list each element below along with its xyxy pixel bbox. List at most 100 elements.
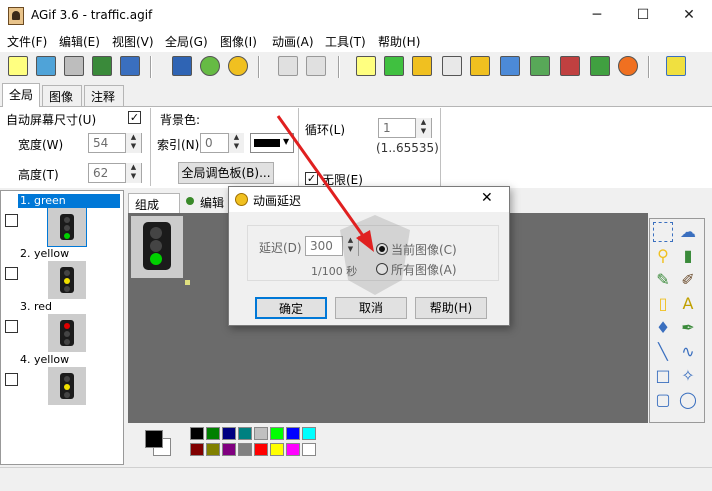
- palette-swatch[interactable]: [222, 427, 236, 440]
- spray-icon[interactable]: ▯: [653, 294, 673, 314]
- image-icon[interactable]: [500, 56, 520, 76]
- frame-thumbnail[interactable]: [48, 367, 86, 405]
- ellipse-icon[interactable]: ◯: [678, 390, 698, 410]
- redo-icon[interactable]: [306, 56, 326, 76]
- move-up-icon[interactable]: [442, 56, 462, 76]
- width-spinner[interactable]: ▲ ▼: [125, 133, 141, 153]
- tab-comment[interactable]: 注释: [84, 85, 124, 106]
- line-icon[interactable]: ╲: [653, 342, 673, 362]
- palette-swatch[interactable]: [238, 427, 252, 440]
- rounded-rect-icon[interactable]: ▢: [653, 390, 673, 410]
- tab-edit[interactable]: 编辑: [200, 194, 224, 211]
- menu-help[interactable]: 帮助(H): [378, 33, 420, 50]
- palette-swatch[interactable]: [190, 443, 204, 456]
- dialog-close-button[interactable]: ✕: [481, 190, 493, 206]
- undo-icon[interactable]: [278, 56, 298, 76]
- frame-checkbox[interactable]: [5, 320, 18, 333]
- maximize-button[interactable]: ☐: [620, 0, 666, 32]
- palette-swatch[interactable]: [222, 443, 236, 456]
- palette-swatch[interactable]: [286, 427, 300, 440]
- palette-swatch[interactable]: [206, 427, 220, 440]
- eyedropper-icon[interactable]: ✒: [678, 318, 698, 338]
- frame-checkbox[interactable]: [5, 373, 18, 386]
- frame-thumbnail[interactable]: [47, 207, 87, 247]
- tab-global[interactable]: 全局: [2, 83, 40, 107]
- toolbar-separator: [648, 56, 650, 78]
- select-rect-icon[interactable]: [653, 222, 673, 242]
- height-spinner[interactable]: ▲ ▼: [125, 163, 141, 183]
- film-icon[interactable]: [64, 56, 84, 76]
- frame-label[interactable]: 2. yellow: [18, 247, 120, 261]
- menu-edit[interactable]: 编辑(E): [59, 33, 100, 50]
- open-icon[interactable]: [36, 56, 56, 76]
- menu-image[interactable]: 图像(I): [220, 33, 257, 50]
- palette-swatch[interactable]: [238, 443, 252, 456]
- tab-image[interactable]: 图像: [42, 85, 82, 106]
- global-palette-button[interactable]: 全局调色板(B)...: [178, 162, 274, 184]
- settings-icon[interactable]: [618, 56, 638, 76]
- polygon-icon[interactable]: ✧: [678, 366, 698, 386]
- frame-label[interactable]: 4. yellow: [18, 353, 120, 367]
- magic-wand-icon[interactable]: ⚲: [653, 246, 673, 266]
- delete-icon[interactable]: [412, 56, 432, 76]
- eraser-icon[interactable]: ▮: [678, 246, 698, 266]
- close-button[interactable]: ✕: [666, 0, 712, 32]
- palette-swatch[interactable]: [270, 443, 284, 456]
- frame-thumbnail[interactable]: [48, 261, 86, 299]
- help-icon[interactable]: [666, 56, 686, 76]
- frame-checkbox[interactable]: [5, 214, 18, 227]
- properties-icon[interactable]: [560, 56, 580, 76]
- fill-icon[interactable]: ♦: [653, 318, 673, 338]
- panel-divider: [150, 108, 151, 186]
- refresh-icon[interactable]: [200, 56, 220, 76]
- palette-swatch[interactable]: [254, 443, 268, 456]
- tab-compose[interactable]: 组成: [128, 193, 180, 213]
- help-button[interactable]: 帮助(H): [415, 297, 487, 319]
- frame-label[interactable]: 1. green: [18, 194, 120, 208]
- foreground-color[interactable]: [145, 430, 163, 448]
- menu-file[interactable]: 文件(F): [7, 33, 47, 50]
- copy-frame-icon[interactable]: [530, 56, 550, 76]
- curve-icon[interactable]: ∿: [678, 342, 698, 362]
- rectangle-icon[interactable]: □: [653, 366, 673, 386]
- frame-checkbox[interactable]: [5, 267, 18, 280]
- new-file-icon[interactable]: [8, 56, 28, 76]
- palette-swatch[interactable]: [254, 427, 268, 440]
- frame-thumbnail[interactable]: [48, 314, 86, 352]
- ok-button[interactable]: 确定: [255, 297, 327, 319]
- palette-swatch[interactable]: [270, 427, 284, 440]
- menu-animation[interactable]: 动画(A): [272, 33, 314, 50]
- brush-icon[interactable]: ✐: [678, 270, 698, 290]
- palette-swatch[interactable]: [190, 427, 204, 440]
- menu-global[interactable]: 全局(G): [165, 33, 208, 50]
- save-icon[interactable]: [92, 56, 112, 76]
- new-frame-icon[interactable]: [356, 56, 376, 76]
- loop-range: (1..65535): [376, 141, 439, 155]
- print-icon[interactable]: [172, 56, 192, 76]
- menu-view[interactable]: 视图(V): [112, 33, 154, 50]
- menu-tools[interactable]: 工具(T): [325, 33, 366, 50]
- lasso-icon[interactable]: ☁: [678, 222, 698, 242]
- window-title: AGif 3.6 - traffic.agif: [31, 8, 153, 22]
- save-as-icon[interactable]: [120, 56, 140, 76]
- loop-spinner[interactable]: ▲ ▼: [415, 118, 431, 138]
- add-icon[interactable]: [384, 56, 404, 76]
- palette-swatch[interactable]: [206, 443, 220, 456]
- auto-size-checkbox[interactable]: ✓: [128, 111, 141, 124]
- palette-swatch[interactable]: [302, 427, 316, 440]
- traffic-light: [60, 214, 74, 240]
- text-icon[interactable]: A: [678, 294, 698, 314]
- palette-swatch[interactable]: [302, 443, 316, 456]
- minimize-button[interactable]: ─: [574, 0, 620, 32]
- palette-swatch[interactable]: [286, 443, 300, 456]
- status-bar: [0, 467, 712, 491]
- move-down-icon[interactable]: [470, 56, 490, 76]
- optimize-icon[interactable]: [590, 56, 610, 76]
- pencil-icon[interactable]: ✎: [653, 270, 673, 290]
- preview-icon[interactable]: [228, 56, 248, 76]
- index-spinner[interactable]: ▲ ▼: [228, 133, 244, 153]
- frame-canvas[interactable]: [131, 216, 183, 278]
- resize-handle[interactable]: [185, 280, 190, 285]
- frame-label[interactable]: 3. red: [18, 300, 120, 314]
- cancel-button[interactable]: 取消: [335, 297, 407, 319]
